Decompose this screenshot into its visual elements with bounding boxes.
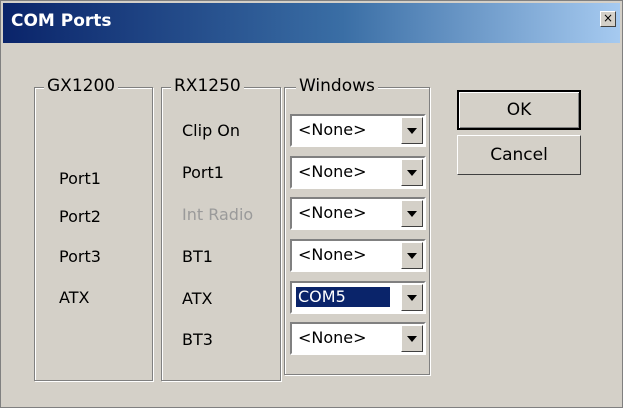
- bt1-port-select[interactable]: <None>: [290, 239, 426, 272]
- clip-on-port-select[interactable]: <None>: [290, 114, 426, 147]
- windows-group-label: Windows: [296, 76, 378, 96]
- rx1250-bt3-label: BT3: [182, 330, 213, 349]
- close-icon[interactable]: ×: [600, 11, 616, 27]
- bt3-port-select[interactable]: <None>: [290, 322, 426, 355]
- bt1-port-value: <None>: [298, 245, 367, 264]
- rx1250-group-label: RX1250: [171, 76, 244, 96]
- gx1200-group-label: GX1200: [44, 76, 119, 96]
- rx1250-bt1-label: BT1: [182, 247, 213, 266]
- atx-port-value: COM5: [296, 287, 390, 307]
- chevron-down-icon[interactable]: [401, 242, 423, 269]
- cancel-button[interactable]: Cancel: [457, 135, 581, 175]
- gx1200-atx-label: ATX: [59, 288, 90, 307]
- clip-on-port-value: <None>: [298, 120, 367, 139]
- rx1250-clip-on-label: Clip On: [182, 121, 241, 140]
- com-ports-dialog: COM Ports × GX1200 Port1 Port2 Port3 ATX…: [0, 0, 623, 408]
- chevron-down-icon[interactable]: [401, 284, 423, 311]
- ok-button[interactable]: OK: [457, 90, 581, 130]
- chevron-down-icon[interactable]: [401, 325, 423, 352]
- port1-port-select[interactable]: <None>: [290, 156, 426, 189]
- rx1250-int-radio-label: Int Radio: [182, 205, 254, 224]
- atx-port-select[interactable]: COM5: [290, 281, 426, 314]
- gx1200-group: GX1200: [34, 76, 153, 381]
- int-radio-port-value: <None>: [298, 203, 367, 222]
- gx1200-port3-label: Port3: [59, 247, 101, 266]
- title-bar[interactable]: COM Ports ×: [3, 3, 620, 43]
- int-radio-port-select[interactable]: <None>: [290, 197, 426, 230]
- chevron-down-icon[interactable]: [401, 200, 423, 227]
- gx1200-port1-label: Port1: [59, 169, 101, 188]
- gx1200-port2-label: Port2: [59, 207, 101, 226]
- chevron-down-icon[interactable]: [401, 159, 423, 186]
- port1-port-value: <None>: [298, 162, 367, 181]
- rx1250-port1-label: Port1: [182, 163, 224, 182]
- rx1250-atx-label: ATX: [182, 289, 213, 308]
- chevron-down-icon[interactable]: [401, 117, 423, 144]
- window-title: COM Ports: [11, 11, 112, 31]
- bt3-port-value: <None>: [298, 328, 367, 347]
